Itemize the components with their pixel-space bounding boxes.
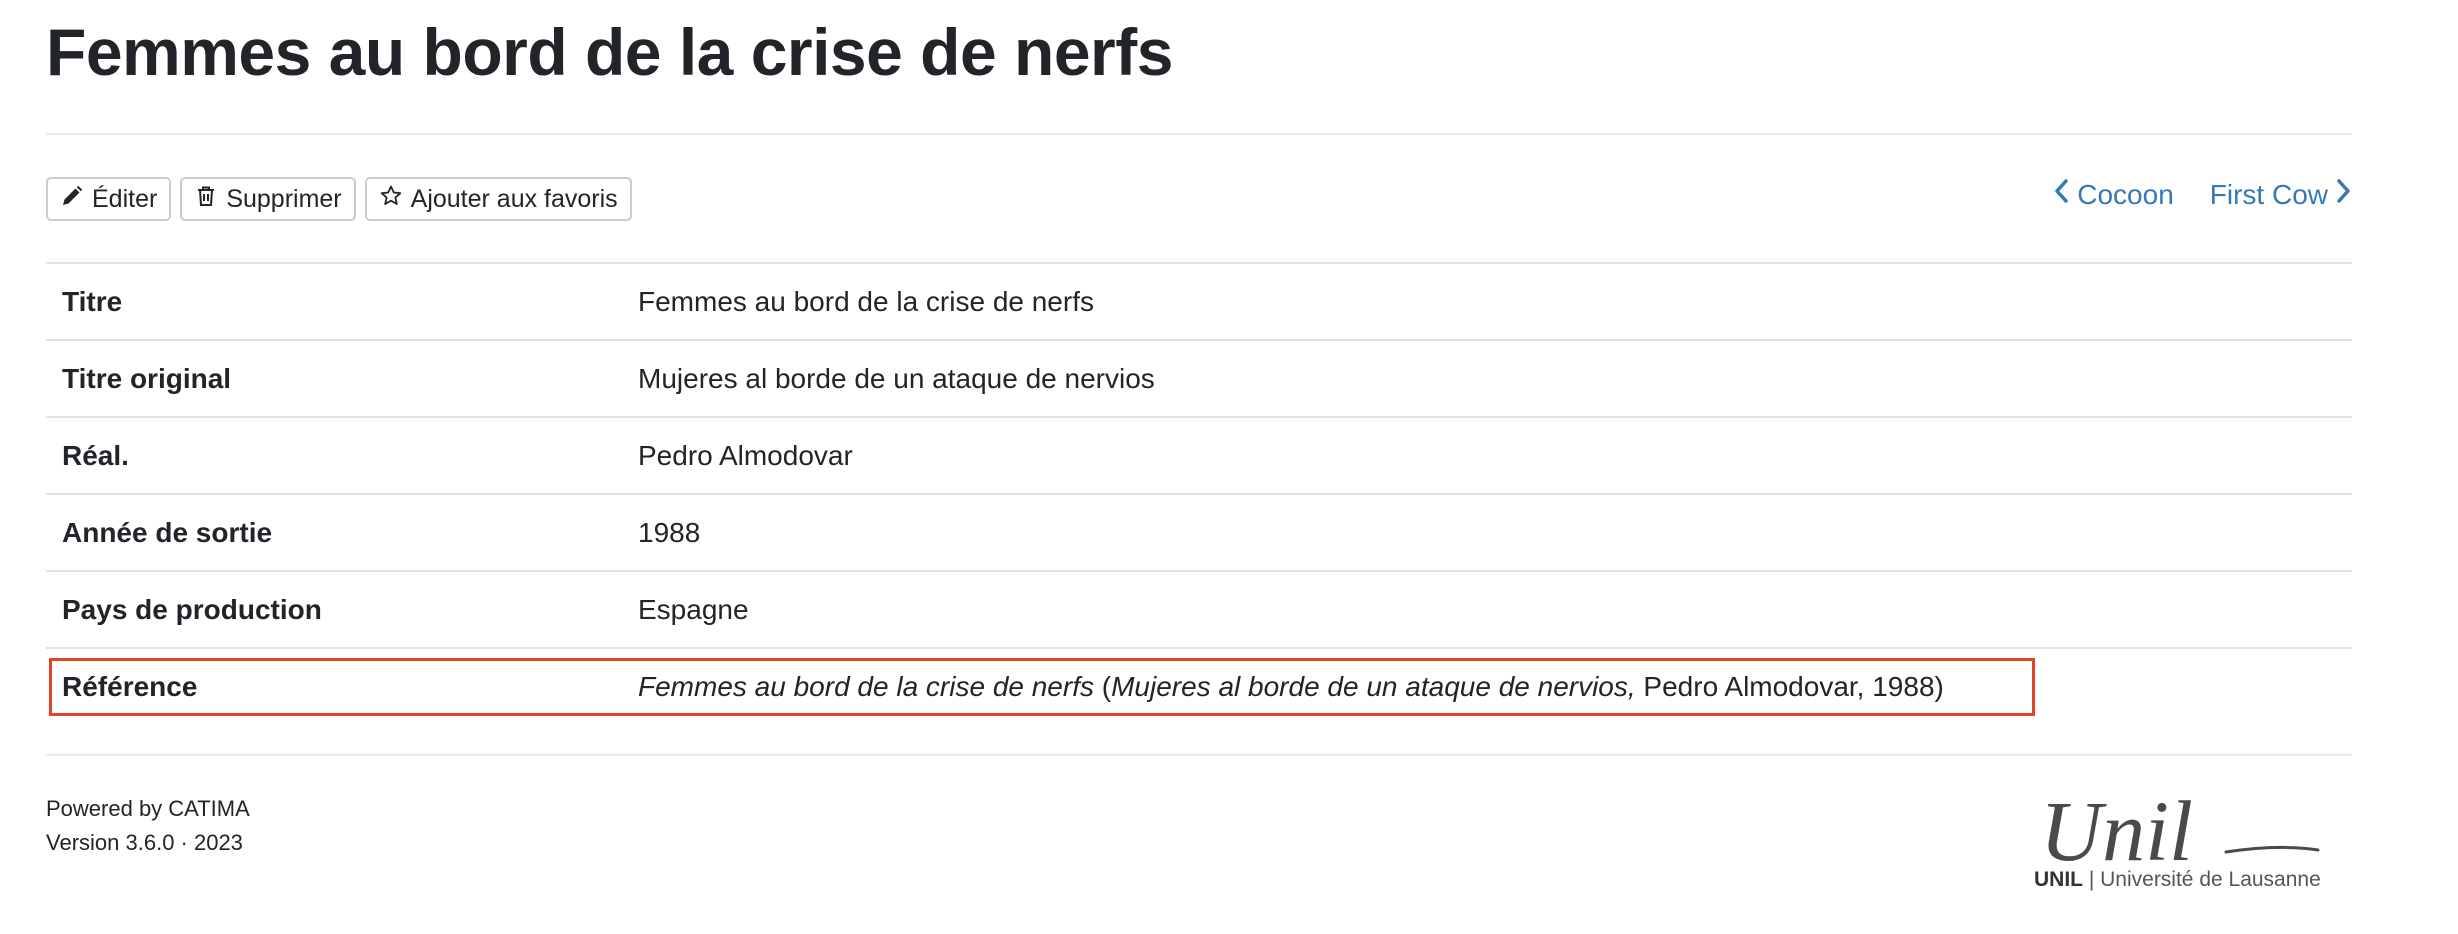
row-value: Femmes au bord de la crise de nerfs bbox=[638, 285, 1094, 317]
logo-separator: | bbox=[2083, 868, 2101, 891]
pencil-icon bbox=[60, 184, 84, 215]
previous-record-label: Cocoon bbox=[2077, 178, 2174, 210]
footer-info: Powered by CATIMA Version 3.6.0 · 2023 bbox=[46, 792, 250, 860]
title-divider bbox=[46, 133, 2352, 135]
reference-director-year: Pedro Almodovar, 1988) bbox=[1635, 670, 1944, 702]
row-value: 1988 bbox=[638, 516, 701, 548]
edit-button-label: Éditer bbox=[92, 184, 158, 213]
reference-row: Référence Femmes au bord de la crise de … bbox=[46, 648, 2352, 724]
row-label: Année de sortie bbox=[62, 516, 273, 548]
logo-short-name: UNIL bbox=[2034, 868, 2083, 891]
reference-open-paren: ( bbox=[1093, 670, 1112, 702]
details-table: Titre Femmes au bord de la crise de nerf… bbox=[46, 262, 2352, 724]
delete-button-label: Supprimer bbox=[226, 184, 342, 213]
row-value: Mujeres al borde de un ataque de nervios bbox=[638, 362, 1155, 394]
table-row: Titre original Mujeres al borde de un at… bbox=[46, 340, 2352, 417]
version-text: Version 3.6.0 · 2023 bbox=[46, 830, 243, 855]
trash-icon bbox=[194, 184, 218, 215]
next-record-label: First Cow bbox=[2209, 178, 2328, 210]
page-title: Femmes au bord de la crise de nerfs bbox=[46, 15, 1173, 89]
table-row: Titre Femmes au bord de la crise de nerf… bbox=[46, 263, 2352, 340]
table-row: Réal. Pedro Almodovar bbox=[46, 417, 2352, 494]
chevron-right-icon bbox=[2336, 178, 2352, 211]
add-favorite-label: Ajouter aux favoris bbox=[410, 184, 618, 213]
row-label: Réal. bbox=[62, 439, 129, 471]
chevron-left-icon bbox=[2053, 178, 2069, 211]
row-label: Pays de production bbox=[62, 593, 322, 625]
reference-label: Référence bbox=[62, 670, 198, 702]
page: Femmes au bord de la crise de nerfs Édit… bbox=[0, 0, 2458, 934]
row-value: Espagne bbox=[638, 593, 749, 625]
reference-original-title: Mujeres al borde de un ataque de nervios… bbox=[1111, 670, 1636, 702]
reference-value: Femmes au bord de la crise de nerfs (Muj… bbox=[622, 648, 2352, 724]
add-favorite-button[interactable]: Ajouter aux favoris bbox=[364, 177, 632, 221]
row-label: Titre bbox=[62, 285, 123, 317]
row-value: Pedro Almodovar bbox=[638, 439, 853, 471]
logo-caption: UNIL | Université de Lausanne bbox=[2034, 868, 2321, 892]
row-label: Titre original bbox=[62, 362, 232, 394]
next-record-link[interactable]: First Cow bbox=[2210, 178, 2352, 211]
reference-title: Femmes au bord de la crise de nerfs bbox=[638, 670, 1094, 702]
edit-button[interactable]: Éditer bbox=[46, 177, 172, 221]
star-icon bbox=[379, 184, 403, 215]
action-toolbar: Éditer Supprimer Ajouter aux favoris bbox=[46, 177, 632, 221]
delete-button[interactable]: Supprimer bbox=[180, 177, 356, 221]
logo-wordmark: Unil bbox=[2040, 783, 2193, 879]
table-row: Année de sortie 1988 bbox=[46, 494, 2352, 571]
powered-by-text: Powered by CATIMA bbox=[46, 796, 250, 821]
footer-divider bbox=[46, 754, 2352, 756]
record-navigation: Cocoon First Cow bbox=[2053, 178, 2352, 211]
table-row: Pays de production Espagne bbox=[46, 571, 2352, 648]
previous-record-link[interactable]: Cocoon bbox=[2053, 178, 2174, 211]
logo-university-name: Université de Lausanne bbox=[2100, 868, 2321, 891]
